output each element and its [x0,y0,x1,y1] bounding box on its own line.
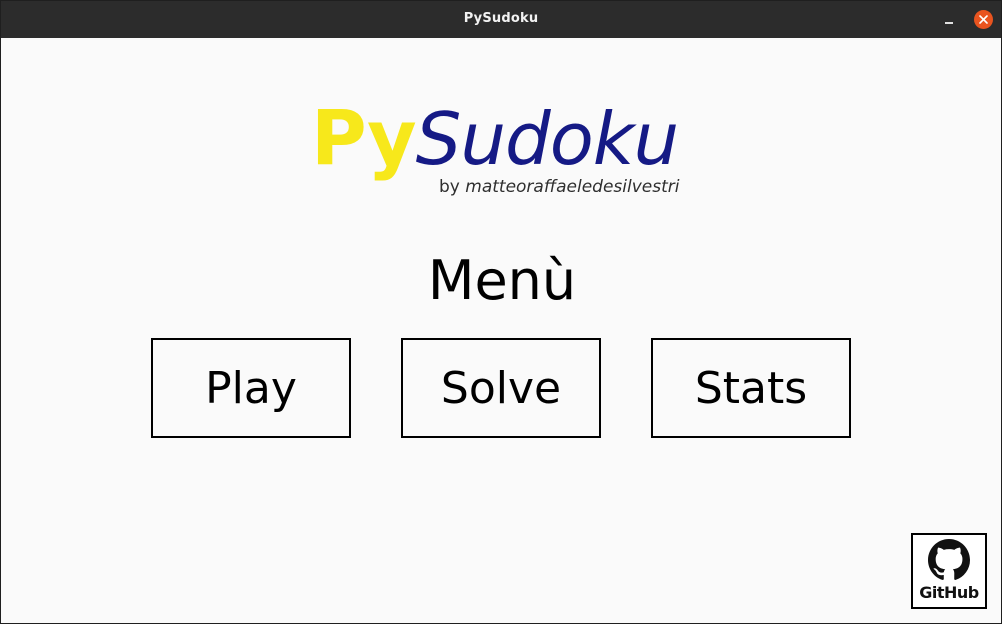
window-title: PySudoku [463,11,539,26]
github-button[interactable]: GitHub [911,533,987,609]
close-button[interactable] [974,10,993,29]
close-icon [979,15,988,24]
title-bar[interactable]: PySudoku [1,1,1001,38]
play-button-label: Play [205,362,297,414]
byline-prefix: by [439,177,466,197]
stats-button-label: Stats [694,362,808,414]
play-button[interactable]: Play [151,338,351,438]
github-octocat-icon [928,539,970,580]
solve-button[interactable]: Solve [401,338,601,438]
minimize-button[interactable] [939,10,959,30]
author-byline: by matteoraffaeledesilvestri [439,177,679,197]
logo-sudoku-text: Sudoku [415,97,679,181]
app-window: PySudoku PySudoku by matteoraffaeledesil… [0,0,1002,624]
minimize-icon [945,22,953,24]
app-logo: PySudoku [311,100,679,176]
main-content: PySudoku by matteoraffaeledesilvestri Me… [1,38,1001,623]
solve-button-label: Solve [440,362,562,414]
stats-button[interactable]: Stats [651,338,851,438]
menu-title: Menù [427,249,577,312]
logo-py-text: Py [311,93,417,182]
github-label: GitHub [919,583,979,602]
byline-author: matteoraffaeledesilvestri [465,177,680,197]
